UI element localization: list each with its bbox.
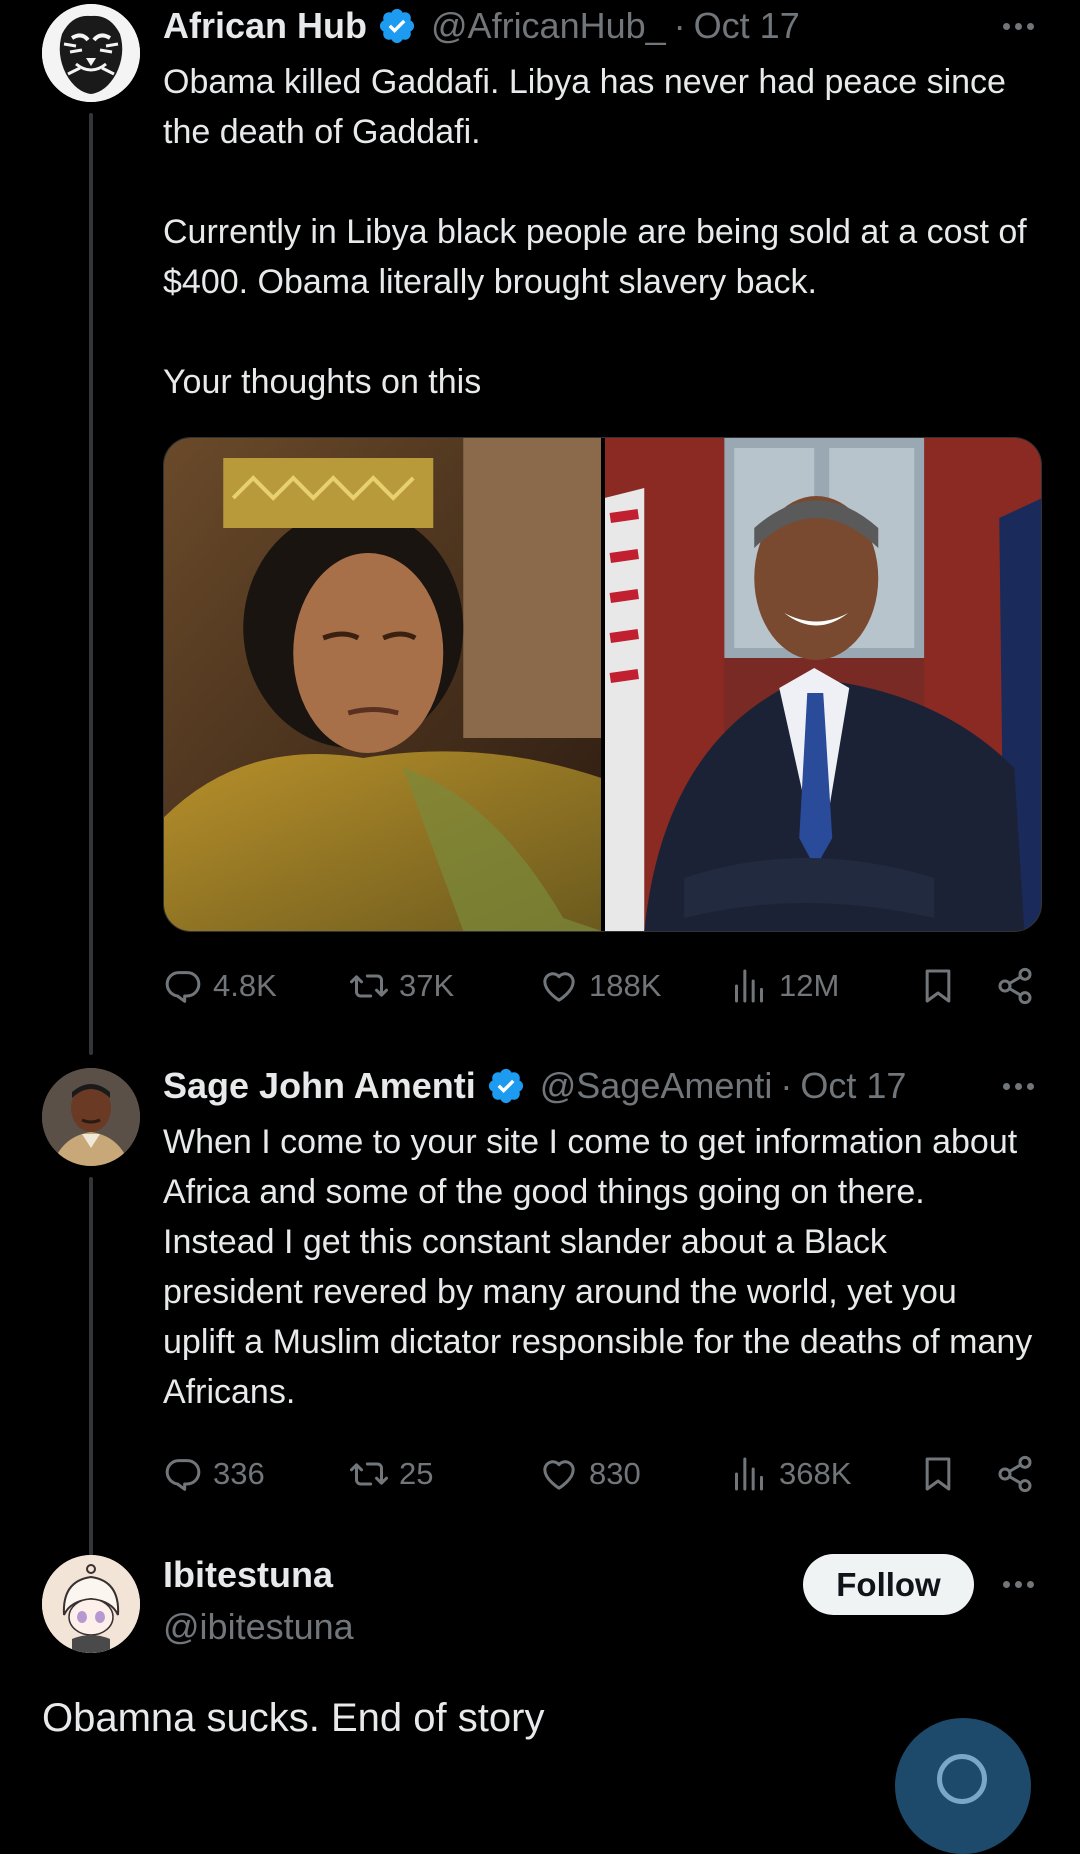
separator: · xyxy=(673,5,686,46)
tweet-sage-amenti[interactable]: Sage John Amenti @SageAmenti · Oct 17 Wh… xyxy=(0,1060,1080,1603)
verified-badge-icon xyxy=(486,1066,526,1106)
tweet-text: When I come to your site I come to get i… xyxy=(163,1123,1033,1411)
reply-icon xyxy=(163,966,203,1006)
share-icon xyxy=(995,966,1035,1006)
action-bar: 4.8K 37K 188K 12M xyxy=(163,961,1040,1011)
tweet-text: Obama killed Gaddafi. Libya has never ha… xyxy=(163,63,1027,401)
timestamp[interactable]: Oct 17 xyxy=(800,1064,906,1108)
tweet-header: African Hub @AfricanHub_ · Oct 17 xyxy=(163,4,1040,48)
reply-text: Obamna sucks. End of story xyxy=(42,1696,545,1740)
more-icon[interactable] xyxy=(998,1564,1038,1604)
profile-photo xyxy=(42,1068,140,1166)
handle[interactable]: @AfricanHub_ xyxy=(431,4,666,48)
like-count: 830 xyxy=(589,1456,641,1491)
handle[interactable]: @ibitestuna xyxy=(163,1605,354,1649)
avatar[interactable] xyxy=(42,4,140,102)
avatar[interactable] xyxy=(42,1555,140,1653)
anime-avatar xyxy=(42,1555,140,1653)
reply-button[interactable]: 4.8K xyxy=(163,961,277,1011)
tweet-african-hub[interactable]: African Hub @AfricanHub_ · Oct 17 Obama … xyxy=(0,0,1080,1060)
reply-icon xyxy=(163,1454,203,1494)
reply-count: 336 xyxy=(213,1456,265,1491)
separator: · xyxy=(780,1065,793,1106)
repost-count: 37K xyxy=(399,968,455,1003)
handle[interactable]: @SageAmenti xyxy=(540,1064,773,1108)
display-name[interactable]: African Hub xyxy=(163,4,367,48)
like-button[interactable]: 830 xyxy=(539,1449,641,1499)
bookmark-button[interactable] xyxy=(918,1449,958,1499)
views-count: 368K xyxy=(779,1456,852,1491)
tweet-media[interactable] xyxy=(163,437,1042,932)
bookmark-button[interactable] xyxy=(918,961,958,1011)
share-button[interactable] xyxy=(995,961,1035,1011)
repost-count: 25 xyxy=(399,1456,434,1491)
avatar[interactable] xyxy=(42,1068,140,1166)
more-icon[interactable] xyxy=(998,6,1038,46)
views-icon xyxy=(729,966,769,1006)
display-name[interactable]: Sage John Amenti xyxy=(163,1064,476,1108)
views-count: 12M xyxy=(779,968,840,1003)
reply-count: 4.8K xyxy=(213,968,277,1003)
action-bar: 336 25 830 368K xyxy=(163,1449,1040,1499)
share-icon xyxy=(995,1454,1035,1494)
views-button[interactable]: 12M xyxy=(729,961,839,1011)
like-icon xyxy=(539,966,579,1006)
tiger-logo-icon xyxy=(42,4,140,102)
display-name[interactable]: Ibitestuna xyxy=(163,1553,333,1597)
repost-button[interactable]: 37K xyxy=(349,961,454,1011)
repost-button[interactable]: 25 xyxy=(349,1449,433,1499)
bookmark-icon xyxy=(918,1454,958,1494)
compose-icon xyxy=(937,1754,987,1804)
repost-icon xyxy=(349,966,389,1006)
repost-icon xyxy=(349,1454,389,1494)
views-button[interactable]: 368K xyxy=(729,1449,851,1499)
timestamp[interactable]: Oct 17 xyxy=(694,4,800,48)
verified-badge-icon xyxy=(377,6,417,46)
bookmark-icon xyxy=(918,966,958,1006)
obama-photo[interactable] xyxy=(604,438,1041,931)
thread-line xyxy=(89,1177,93,1603)
share-button[interactable] xyxy=(995,1449,1035,1499)
reply-button[interactable]: 336 xyxy=(163,1449,265,1499)
compose-button[interactable] xyxy=(895,1718,1031,1854)
tweet-header: Sage John Amenti @SageAmenti · Oct 17 xyxy=(163,1064,1040,1108)
like-icon xyxy=(539,1454,579,1494)
gaddafi-photo[interactable] xyxy=(164,438,601,931)
views-icon xyxy=(729,1454,769,1494)
like-count: 188K xyxy=(589,968,662,1003)
more-icon[interactable] xyxy=(998,1066,1038,1106)
thread-line xyxy=(89,113,93,1055)
follow-button[interactable]: Follow xyxy=(803,1554,974,1615)
like-button[interactable]: 188K xyxy=(539,961,661,1011)
